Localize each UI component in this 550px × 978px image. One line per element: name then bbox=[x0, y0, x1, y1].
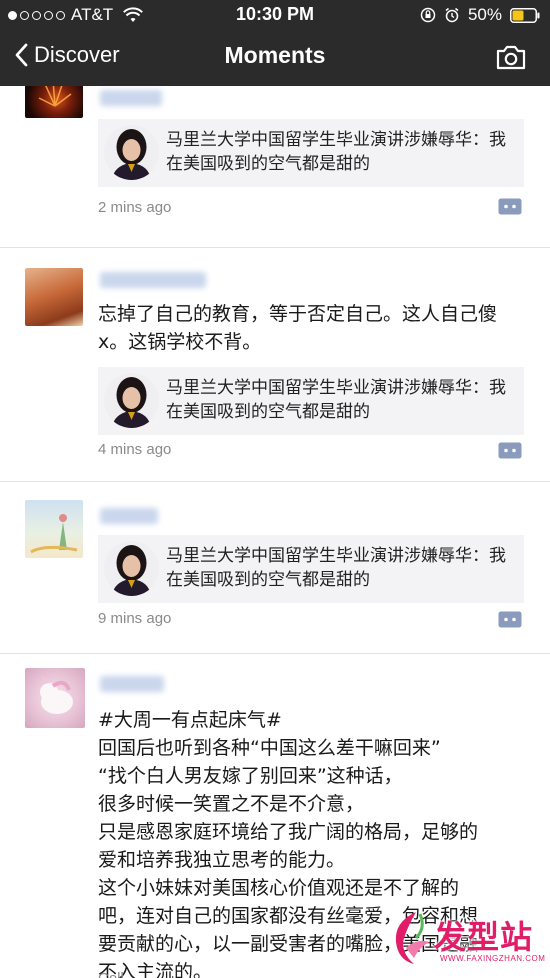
back-button[interactable]: Discover bbox=[14, 42, 120, 68]
post-timestamp: 9 mins ago bbox=[98, 610, 172, 627]
post-text-line: 只是感恩家庭环境给了我广阔的格局，足够的 bbox=[98, 821, 479, 843]
user-name[interactable] bbox=[100, 676, 164, 692]
post-text-line: 这个小妹妹对美国核心价值观还是不了解的 bbox=[98, 877, 460, 899]
user-name[interactable] bbox=[100, 90, 162, 106]
watermark-text: 发型站 bbox=[434, 918, 534, 956]
camera-icon[interactable] bbox=[496, 44, 526, 70]
speaker-portrait-icon bbox=[104, 125, 159, 180]
avatar[interactable] bbox=[25, 86, 83, 118]
user-name[interactable] bbox=[100, 272, 206, 288]
avatar[interactable] bbox=[25, 500, 83, 558]
comment-icon[interactable] bbox=[498, 611, 522, 628]
link-title: 马里兰大学中国留学生毕业演讲涉嫌辱华：我在美国吸到的空气都是甜的 bbox=[166, 378, 506, 422]
fireworks-icon bbox=[38, 86, 72, 107]
post-timestamp: 4 mins ago bbox=[98, 441, 172, 458]
avatar[interactable] bbox=[25, 668, 85, 728]
post-text-line: 很多时候一笑置之不是不介意， bbox=[98, 793, 365, 815]
post-text: 忘掉了自己的教育，等于否定自己。这人自己傻x。这锅学校不背。 bbox=[98, 303, 498, 353]
link-title: 马里兰大学中国留学生毕业演讲涉嫌辱华：我在美国吸到的空气都是甜的 bbox=[166, 130, 506, 174]
user-name[interactable] bbox=[100, 508, 158, 524]
post-text-line: 回国后也听到各种“中国这么差干嘛回来” bbox=[98, 737, 441, 759]
moment-post: 马里兰大学中国留学生毕业演讲涉嫌辱华：我在美国吸到的空气都是甜的 9 mins … bbox=[0, 482, 550, 654]
post-text-line: “找个白人男友嫁了别回来”这种话， bbox=[98, 765, 403, 787]
alarm-icon bbox=[445, 7, 459, 23]
chevron-left-icon bbox=[15, 43, 28, 67]
comment-icon[interactable] bbox=[498, 442, 522, 459]
avatar[interactable] bbox=[25, 268, 83, 326]
back-label: Discover bbox=[34, 42, 120, 67]
moment-post: 马里兰大学中国留学生毕业演讲涉嫌辱华：我在美国吸到的空气都是甜的 2 mins … bbox=[0, 86, 550, 248]
link-thumbnail bbox=[104, 541, 159, 596]
unicorn-icon bbox=[40, 674, 73, 714]
speaker-portrait-icon bbox=[104, 373, 159, 428]
speaker-portrait-icon bbox=[104, 541, 159, 596]
post-timestamp: 2 mins ago bbox=[98, 199, 172, 216]
status-right: 50% bbox=[420, 5, 540, 25]
moments-feed[interactable]: 马里兰大学中国留学生毕业演讲涉嫌辱华：我在美国吸到的空气都是甜的 2 mins … bbox=[0, 86, 550, 978]
illustration-icon bbox=[30, 514, 78, 554]
shared-link-card[interactable]: 马里兰大学中国留学生毕业演讲涉嫌辱华：我在美国吸到的空气都是甜的 bbox=[98, 367, 524, 435]
post-text-line: #大周一有点起床气# bbox=[98, 709, 282, 731]
status-bar: AT&T 10:30 PM 50% bbox=[0, 0, 550, 30]
rotation-lock-icon bbox=[420, 7, 436, 23]
battery-percent: 50% bbox=[467, 5, 502, 24]
comment-icon[interactable] bbox=[498, 198, 522, 215]
nav-bar: Discover Moments bbox=[0, 30, 550, 86]
watermark-logo-icon bbox=[395, 912, 430, 964]
battery-icon bbox=[510, 7, 540, 23]
link-thumbnail bbox=[104, 125, 159, 180]
moment-post: 忘掉了自己的教育，等于否定自己。这人自己傻x。这锅学校不背。 马里兰大学中国留学… bbox=[0, 248, 550, 482]
watermark: 发型站 WWW.FAXINGZHAN.COM bbox=[386, 908, 546, 972]
post-text-line: 爱和培养我独立思考的能力。 bbox=[98, 849, 346, 871]
shared-link-card[interactable]: 马里兰大学中国留学生毕业演讲涉嫌辱华：我在美国吸到的空气都是甜的 bbox=[98, 119, 524, 187]
link-title: 马里兰大学中国留学生毕业演讲涉嫌辱华：我在美国吸到的空气都是甜的 bbox=[166, 546, 506, 590]
post-timestamp: Coll... bbox=[98, 970, 136, 978]
watermark-url: WWW.FAXINGZHAN.COM bbox=[440, 954, 546, 963]
link-thumbnail bbox=[104, 373, 159, 428]
shared-link-card[interactable]: 马里兰大学中国留学生毕业演讲涉嫌辱华：我在美国吸到的空气都是甜的 bbox=[98, 535, 524, 603]
